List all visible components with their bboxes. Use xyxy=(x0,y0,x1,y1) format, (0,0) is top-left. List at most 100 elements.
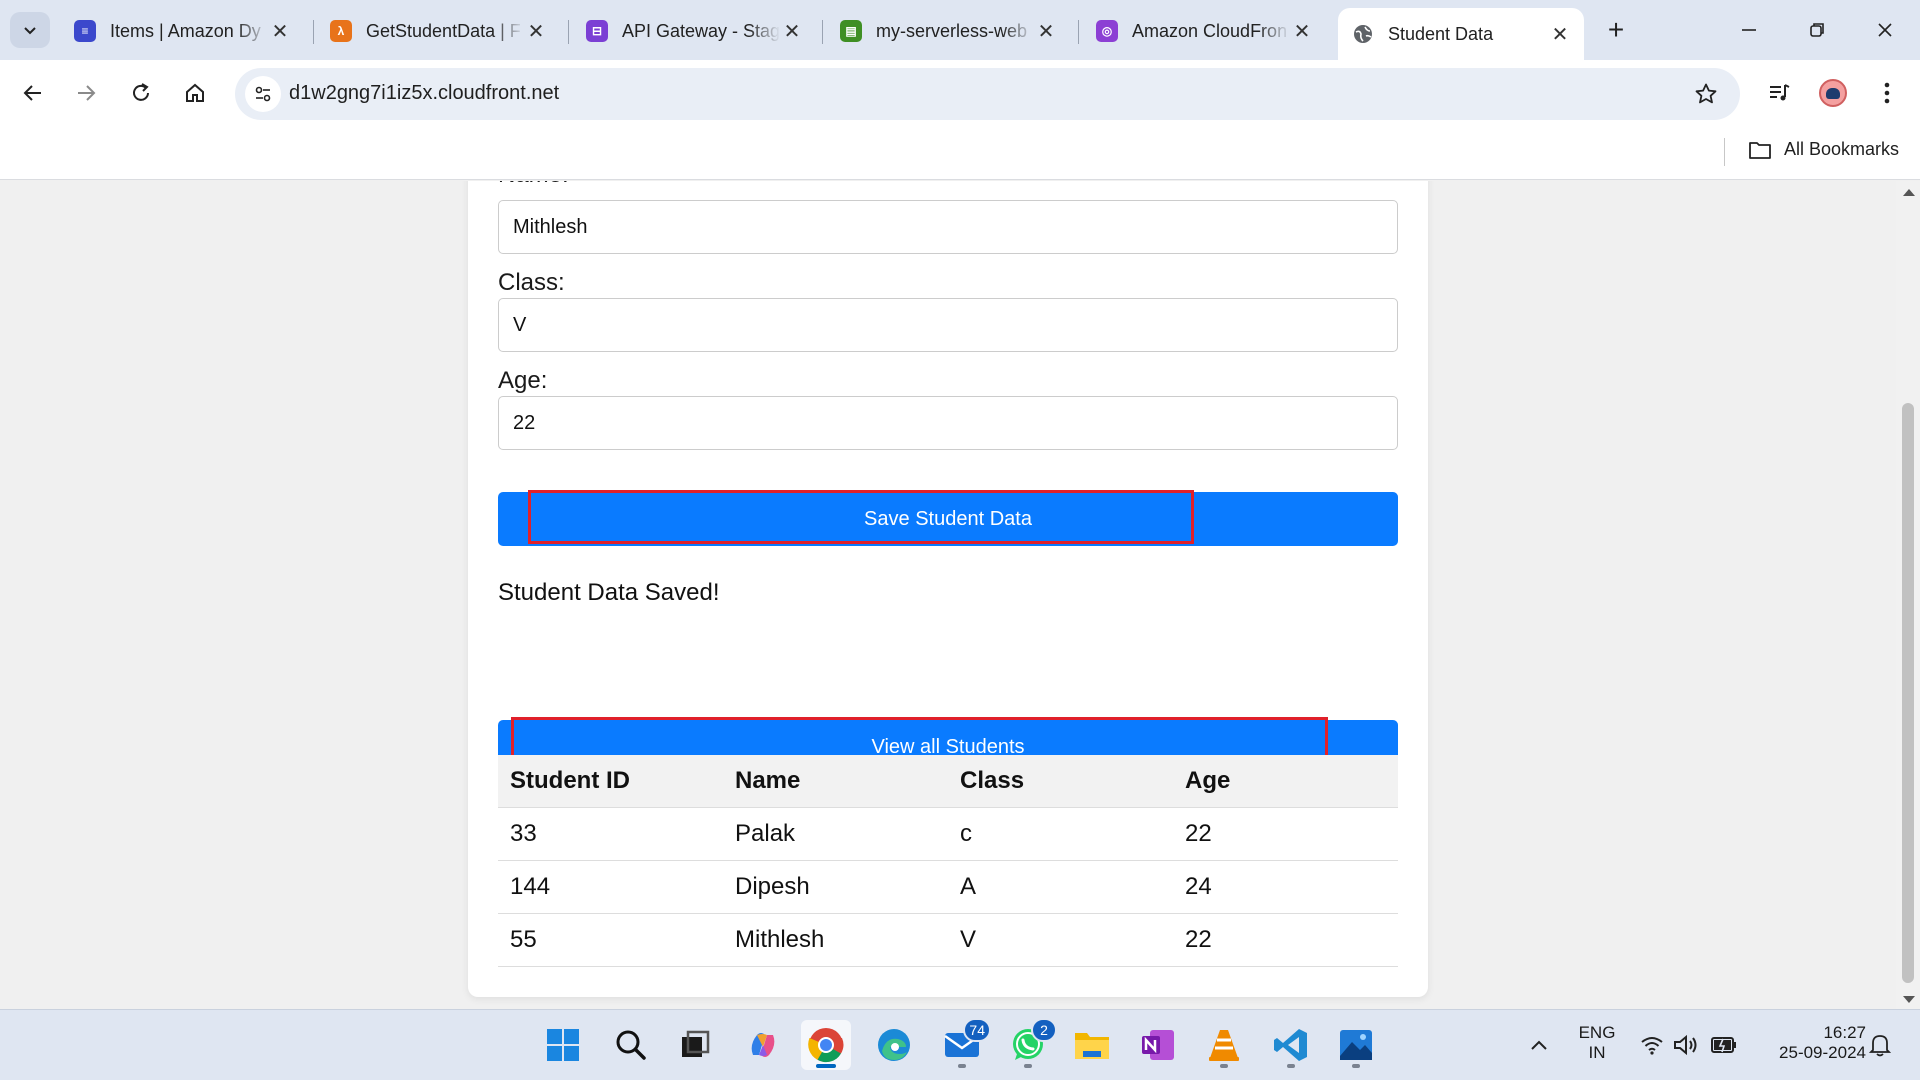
name-input[interactable]: Mithlesh xyxy=(498,200,1398,254)
address-bar[interactable]: d1w2gng7i1iz5x.cloudfront.net xyxy=(235,68,1740,120)
column-header: Class xyxy=(948,755,1173,808)
table-row: 33 Palak c 22 xyxy=(498,807,1398,861)
chrome-taskbar-button[interactable] xyxy=(801,1020,851,1070)
profile-button[interactable] xyxy=(1814,74,1852,112)
vscode-taskbar-button[interactable] xyxy=(1266,1020,1316,1070)
url-text[interactable]: d1w2gng7i1iz5x.cloudfront.net xyxy=(289,82,559,105)
all-bookmarks-button[interactable]: All Bookmarks xyxy=(1748,139,1899,160)
forward-button[interactable] xyxy=(67,74,105,112)
dynamodb-icon: ≡ xyxy=(74,20,96,42)
close-icon[interactable]: ✕ xyxy=(1034,19,1058,43)
table-cell: V xyxy=(948,913,1173,967)
scrollbar-thumb[interactable] xyxy=(1902,403,1914,983)
battery-charging-icon xyxy=(1711,1037,1736,1053)
chevron-down-icon xyxy=(24,27,36,35)
tab-title: my-serverless-web xyxy=(876,20,1028,41)
more-vert-icon xyxy=(1884,82,1890,104)
volume-icon xyxy=(1674,1034,1697,1056)
clock[interactable]: 16:27 25-09-2024 xyxy=(1758,1023,1866,1063)
highlight-box xyxy=(528,490,1194,544)
show-hidden-icons-button[interactable] xyxy=(1514,1020,1564,1070)
all-bookmarks-label: All Bookmarks xyxy=(1784,139,1900,159)
notifications-button[interactable] xyxy=(1858,1020,1902,1070)
search-icon xyxy=(616,1030,646,1060)
scroll-up-arrow-icon[interactable] xyxy=(1903,189,1915,196)
class-input[interactable]: V xyxy=(498,298,1398,352)
task-view-button[interactable] xyxy=(670,1020,720,1070)
api-gateway-icon: ⊟ xyxy=(586,20,608,42)
close-icon[interactable]: ✕ xyxy=(524,19,548,43)
save-student-data-button[interactable]: Save Student Data xyxy=(498,490,1398,546)
tab-s3[interactable]: ▤ my-serverless-web ✕ xyxy=(826,10,1070,52)
page-scrollbar[interactable] xyxy=(1896,181,1920,1009)
photos-icon xyxy=(1340,1030,1372,1060)
class-label: Class: xyxy=(498,269,565,296)
close-icon[interactable]: ✕ xyxy=(780,19,804,43)
table-header-row: Student ID Name Class Age xyxy=(498,755,1398,808)
vscode-icon xyxy=(1274,1029,1307,1061)
table-cell: 55 xyxy=(498,913,723,967)
back-button[interactable] xyxy=(14,74,52,112)
tab-title: Items | Amazon Dy xyxy=(110,20,261,41)
avatar xyxy=(1819,79,1847,107)
language-code: ENG xyxy=(1578,1023,1616,1042)
copilot-button[interactable] xyxy=(738,1020,788,1070)
scroll-down-arrow-icon[interactable] xyxy=(1903,996,1915,1003)
file-explorer-taskbar-button[interactable] xyxy=(1067,1020,1117,1070)
students-table: Student ID Name Class Age 33 Palak c 22 … xyxy=(498,755,1398,967)
tab-separator xyxy=(1078,20,1079,44)
running-indicator xyxy=(816,1064,836,1068)
bell-icon xyxy=(1869,1035,1891,1057)
column-header: Age xyxy=(1173,755,1398,808)
mail-taskbar-button[interactable]: 74 xyxy=(937,1018,991,1070)
table-cell: Mithlesh xyxy=(723,913,948,967)
vlc-taskbar-button[interactable] xyxy=(1199,1020,1249,1070)
table-row: 55 Mithlesh V 22 xyxy=(498,913,1398,967)
tab-student-data[interactable]: Student Data ✕ xyxy=(1338,8,1584,60)
vlc-icon xyxy=(1209,1030,1239,1061)
tab-dynamodb[interactable]: ≡ Items | Amazon Dy ✕ xyxy=(60,10,304,52)
home-button[interactable] xyxy=(176,74,214,112)
photos-taskbar-button[interactable] xyxy=(1331,1020,1381,1070)
home-icon xyxy=(186,83,204,102)
onenote-icon xyxy=(1142,1030,1174,1060)
close-window-button[interactable] xyxy=(1860,10,1910,50)
chrome-icon xyxy=(808,1028,844,1063)
arrow-left-icon xyxy=(23,85,41,101)
tab-title: GetStudentData | F xyxy=(366,20,521,41)
menu-button[interactable] xyxy=(1868,74,1906,112)
media-control-button[interactable] xyxy=(1760,74,1798,112)
tab-lambda[interactable]: λ GetStudentData | F ✕ xyxy=(316,10,560,52)
battery-status[interactable] xyxy=(1702,1020,1746,1070)
table-cell: 144 xyxy=(498,860,723,914)
close-icon[interactable]: ✕ xyxy=(268,19,292,43)
new-tab-button[interactable]: + xyxy=(1598,12,1634,48)
task-view-icon xyxy=(682,1030,710,1057)
site-settings-button[interactable] xyxy=(245,76,281,112)
folder-icon xyxy=(1749,141,1771,159)
close-icon[interactable]: ✕ xyxy=(1548,22,1572,46)
tab-api-gateway[interactable]: ⊟ API Gateway - Stag ✕ xyxy=(572,10,816,52)
running-indicator xyxy=(1024,1064,1032,1068)
language-indicator[interactable]: ENG IN xyxy=(1574,1023,1620,1063)
windows-icon xyxy=(547,1029,579,1061)
whatsapp-taskbar-button[interactable]: 2 xyxy=(1003,1018,1057,1070)
taskbar-search-button[interactable] xyxy=(606,1020,656,1070)
minimize-button[interactable] xyxy=(1724,10,1774,50)
close-icon[interactable]: ✕ xyxy=(1290,19,1314,43)
tab-search-button[interactable] xyxy=(10,12,50,48)
table-cell: Palak xyxy=(723,807,948,861)
table-cell: 22 xyxy=(1173,807,1398,861)
reload-button[interactable] xyxy=(122,74,160,112)
column-header: Student ID xyxy=(498,755,723,808)
edge-taskbar-button[interactable] xyxy=(869,1020,919,1070)
start-button[interactable] xyxy=(538,1020,588,1070)
restore-button[interactable] xyxy=(1792,10,1842,50)
onenote-taskbar-button[interactable] xyxy=(1133,1020,1183,1070)
bookmark-star-button[interactable] xyxy=(1690,78,1722,110)
cloudfront-icon: ◎ xyxy=(1096,20,1118,42)
tab-cloudfront[interactable]: ◎ Amazon CloudFron ✕ xyxy=(1082,10,1326,52)
edge-icon xyxy=(878,1029,910,1061)
age-input[interactable]: 22 xyxy=(498,396,1398,450)
queue-music-icon xyxy=(1770,84,1790,101)
